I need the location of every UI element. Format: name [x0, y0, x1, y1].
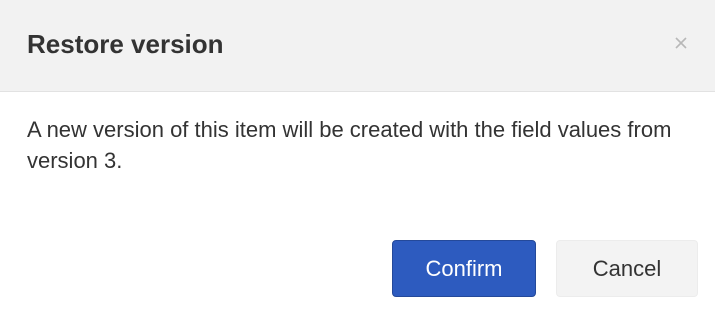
- close-button[interactable]: [668, 30, 694, 56]
- cancel-button[interactable]: Cancel: [556, 240, 698, 297]
- dialog-message: A new version of this item will be creat…: [27, 117, 672, 173]
- restore-version-dialog: Restore version A new version of this it…: [0, 0, 715, 318]
- close-icon: [675, 37, 687, 49]
- dialog-header: Restore version: [0, 0, 715, 92]
- confirm-button[interactable]: Confirm: [392, 240, 536, 297]
- dialog-title: Restore version: [27, 29, 224, 59]
